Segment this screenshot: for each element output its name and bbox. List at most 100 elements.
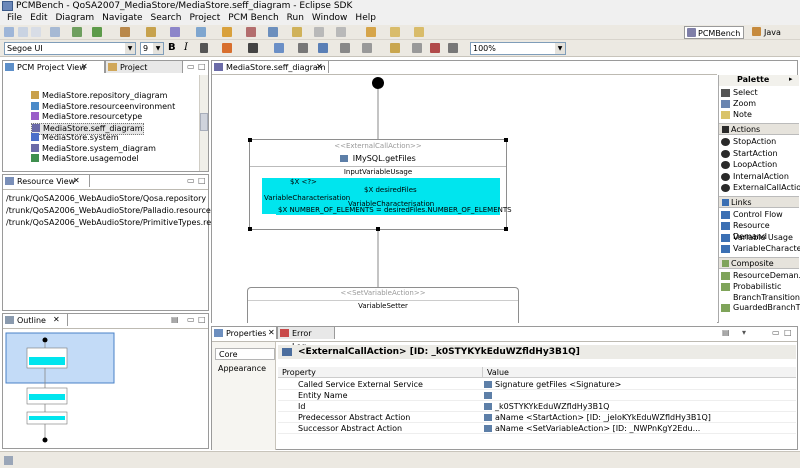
- fast-view-icon[interactable]: [4, 456, 13, 465]
- perspective-pcmbench[interactable]: PCMBench: [684, 26, 744, 39]
- new-icon[interactable]: [4, 27, 14, 37]
- maximize-icon[interactable]: □: [198, 315, 206, 324]
- minimize-icon[interactable]: ▭: [187, 62, 195, 71]
- menu-item[interactable]: Window: [308, 12, 352, 25]
- bold-button[interactable]: B: [168, 42, 176, 53]
- project-item[interactable]: MediaStore.system: [31, 133, 119, 143]
- palette-item[interactable]: StartAction: [721, 148, 799, 159]
- back-icon[interactable]: [314, 27, 324, 37]
- save-icon[interactable]: [18, 27, 28, 37]
- edit-icon[interactable]: [292, 27, 302, 37]
- tab-project-explorer[interactable]: Project Explorer: [105, 60, 183, 85]
- close-icon[interactable]: ✕: [81, 62, 88, 71]
- palette-item[interactable]: StopAction: [721, 136, 799, 147]
- side-tab-core[interactable]: Core: [215, 348, 275, 360]
- palette-item[interactable]: Control Flow: [721, 209, 799, 220]
- fill-color-icon[interactable]: [222, 43, 232, 53]
- palette-tool[interactable]: Note: [721, 109, 752, 120]
- maximize-icon[interactable]: □: [198, 62, 206, 71]
- property-row[interactable]: Successor Abstract Action aName <SetVaria…: [278, 423, 796, 434]
- diagram-canvas[interactable]: <<ExternalCallAction>> IMySQL.getFiles I…: [212, 75, 717, 323]
- resource-item[interactable]: /trunk/QoSA2006_WebAudioStore/Palladio.r…: [6, 206, 229, 216]
- minimize-icon[interactable]: ▭: [187, 315, 195, 324]
- line-style-icon[interactable]: [274, 43, 284, 53]
- palette-collapse-icon[interactable]: ▸: [789, 75, 793, 83]
- menu-item[interactable]: Project: [185, 12, 224, 25]
- palette-item[interactable]: GuardedBranchT...: [721, 302, 800, 313]
- delete-icon[interactable]: [430, 43, 440, 53]
- font-name-combo[interactable]: Segoe UI ▼: [4, 42, 136, 55]
- external-tools-icon[interactable]: [120, 27, 130, 37]
- open-resource-icon[interactable]: [222, 27, 232, 37]
- menu-item[interactable]: Help: [351, 12, 380, 25]
- new-package-icon[interactable]: [146, 27, 156, 37]
- view-menu-icon[interactable]: ▾: [742, 328, 746, 337]
- folder-alt-icon[interactable]: [414, 27, 424, 37]
- outline-mode-icon[interactable]: ▤: [171, 315, 179, 324]
- folder-icon[interactable]: [390, 27, 400, 37]
- minimize-icon[interactable]: ▭: [187, 176, 195, 185]
- project-item[interactable]: MediaStore.usagemodel: [31, 154, 139, 164]
- palette-item[interactable]: ExternalCallAction: [721, 182, 800, 193]
- close-icon[interactable]: ✕: [53, 315, 60, 324]
- align-icon[interactable]: [318, 43, 328, 53]
- resource-item[interactable]: /trunk/QoSA2006_WebAudioStore/PrimitiveT…: [6, 218, 244, 228]
- palette-item[interactable]: Variable Usage: [721, 232, 799, 243]
- palette-group-links[interactable]: Links: [719, 195, 799, 208]
- palette-item[interactable]: LoopAction: [721, 159, 799, 170]
- selection-handle[interactable]: [248, 138, 252, 142]
- open-type-icon[interactable]: [196, 27, 206, 37]
- search-files-icon[interactable]: [246, 27, 256, 37]
- maximize-icon[interactable]: □: [784, 328, 792, 337]
- select-all-icon[interactable]: [448, 43, 458, 53]
- selection-handle[interactable]: [248, 227, 252, 231]
- tab-seff-diagram[interactable]: MediaStore.seff_diagram: [211, 60, 329, 73]
- selection-handle[interactable]: [504, 138, 508, 142]
- menu-item[interactable]: Navigate: [98, 12, 146, 25]
- resource-item[interactable]: /trunk/QoSA2006_WebAudioStore/Qosa.repos…: [6, 194, 206, 204]
- print-icon[interactable]: [31, 27, 41, 37]
- route-icon[interactable]: [340, 43, 350, 53]
- copy-icon[interactable]: [412, 43, 422, 53]
- tab-error-log[interactable]: Error Log: [277, 326, 335, 351]
- side-tab-appearance[interactable]: Appearance: [215, 363, 266, 374]
- line-color-icon[interactable]: [248, 43, 258, 53]
- run-icon[interactable]: [92, 27, 102, 37]
- project-view-scrollbar[interactable]: [199, 75, 208, 171]
- menu-item[interactable]: Diagram: [52, 12, 99, 25]
- palette-item[interactable]: InternalAction: [721, 171, 799, 182]
- menu-item[interactable]: Edit: [26, 12, 51, 25]
- property-row[interactable]: Id _k0STYKYkEduWZfldHy3B1Q: [278, 401, 796, 412]
- palette-tool[interactable]: Select: [721, 87, 758, 98]
- arrange-icon[interactable]: [298, 43, 308, 53]
- pin-view-icon[interactable]: ▤: [722, 328, 730, 337]
- menu-item[interactable]: Run: [283, 12, 308, 25]
- external-call-action-node[interactable]: <<ExternalCallAction>> IMySQL.getFiles I…: [248, 138, 512, 231]
- new-class-icon[interactable]: [170, 27, 180, 37]
- search-icon[interactable]: [50, 27, 60, 37]
- property-row[interactable]: Predecessor Abstract Action aName <StartA…: [278, 412, 796, 423]
- tab-pcm-project-view[interactable]: PCM Project View: [2, 60, 105, 73]
- close-icon[interactable]: ✕: [73, 176, 80, 185]
- forward-icon[interactable]: [336, 27, 346, 37]
- pin-icon[interactable]: [366, 27, 376, 37]
- project-item[interactable]: MediaStore.resourceenvironment: [31, 101, 175, 112]
- project-item[interactable]: MediaStore.resourcetype: [31, 112, 142, 122]
- menu-item[interactable]: PCM Bench: [224, 12, 282, 25]
- palette-item[interactable]: VariableCharacte...: [721, 243, 800, 254]
- scroll-thumb[interactable]: [200, 113, 208, 131]
- maximize-icon[interactable]: □: [198, 176, 206, 185]
- menu-item[interactable]: Search: [147, 12, 186, 25]
- perspective-java[interactable]: Java: [752, 26, 781, 39]
- palette-item[interactable]: Probabilistic BranchTransition: [721, 281, 800, 303]
- palette-item[interactable]: ResourceDeman...: [721, 270, 800, 281]
- menu-item[interactable]: File: [3, 12, 26, 25]
- auto-size-icon[interactable]: [362, 43, 372, 53]
- font-size-combo[interactable]: 9 ▼: [140, 42, 164, 55]
- close-icon[interactable]: ✕: [268, 328, 275, 337]
- cut-icon[interactable]: [390, 43, 400, 53]
- palette-group-actions[interactable]: Actions: [719, 123, 799, 135]
- project-item[interactable]: MediaStore.repository_diagram: [31, 91, 167, 101]
- annotation-icon[interactable]: [268, 27, 278, 37]
- palette-group-composite[interactable]: Composite: [719, 256, 799, 269]
